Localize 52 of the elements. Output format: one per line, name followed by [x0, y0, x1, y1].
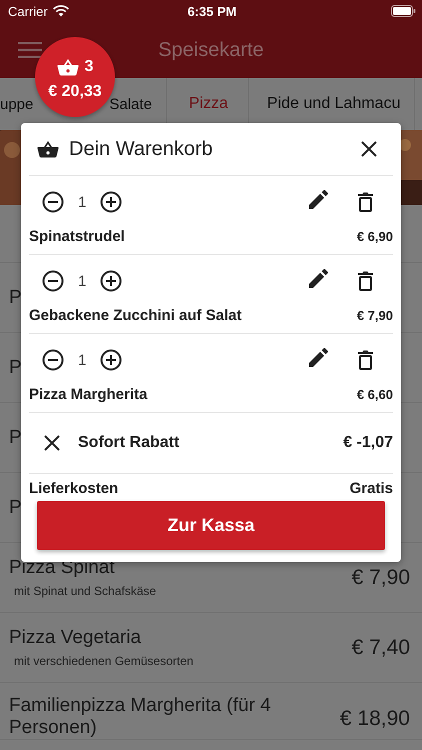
wifi-icon	[52, 5, 69, 17]
dish-name: P	[9, 426, 22, 448]
discount-amount: € -1,07	[343, 434, 393, 452]
cart-title: Dein Warenkorb	[69, 138, 214, 160]
close-icon[interactable]	[361, 141, 377, 157]
item-name: Gebackene Zucchini auf Salat	[29, 307, 242, 324]
minus-icon[interactable]	[42, 191, 64, 213]
dish-name: P	[9, 496, 22, 518]
item-price: € 6,90	[356, 229, 393, 244]
page-title: Speisekarte	[157, 38, 265, 62]
plus-icon[interactable]	[100, 191, 122, 213]
remove-discount-icon[interactable]	[44, 435, 60, 451]
item-name: Spinatstrudel	[29, 228, 125, 245]
checkout-button[interactable]: Zur Kassa	[37, 501, 385, 550]
delivery-label: Lieferkosten	[29, 480, 118, 497]
item-name: Pizza Margherita	[29, 386, 148, 403]
basket-icon	[37, 139, 59, 159]
plus-icon[interactable]	[100, 270, 122, 292]
dish-price: € 7,40	[352, 636, 410, 660]
tab-label: Pizza	[188, 95, 228, 113]
dish-name: Pizza Vegetaria	[9, 627, 142, 649]
minus-icon[interactable]	[42, 270, 64, 292]
delete-icon[interactable]	[358, 271, 373, 291]
battery-icon	[391, 5, 416, 17]
dish-price: € 18,90	[340, 707, 410, 731]
quantity: 1	[78, 352, 86, 368]
minus-icon[interactable]	[42, 349, 64, 371]
dish-description: mit Spinat und Schafskäse	[13, 584, 156, 598]
basket-icon	[56, 57, 79, 77]
plus-icon[interactable]	[100, 349, 122, 371]
item-count: 3	[84, 58, 94, 76]
quantity: 1	[78, 194, 86, 210]
cart-total: € 20,33	[48, 83, 102, 101]
delete-icon[interactable]	[358, 192, 373, 212]
tab-label: uppe	[0, 96, 34, 112]
delete-icon[interactable]	[358, 350, 373, 370]
carrier-label: Carrier	[8, 4, 48, 18]
dish-name: Familienpizza Margherita (für 4 Personen)	[9, 695, 272, 739]
dish-price: € 7,90	[352, 566, 410, 590]
edit-icon[interactable]	[309, 269, 328, 288]
item-price: € 6,60	[356, 387, 393, 402]
item-price: € 7,90	[356, 308, 393, 323]
edit-icon[interactable]	[309, 190, 328, 209]
dish-description: mit verschiedenen Gemüsesorten	[13, 654, 194, 668]
dish-name: P	[9, 286, 22, 308]
tab-label: Pide und Lahmacu	[267, 95, 400, 113]
delivery-value: Gratis	[350, 480, 393, 497]
dish-name: P	[9, 356, 22, 378]
quantity: 1	[78, 272, 86, 290]
edit-icon[interactable]	[309, 348, 328, 367]
discount-label: Sofort Rabatt	[78, 434, 180, 452]
status-time: 6:35 PM	[187, 4, 237, 18]
